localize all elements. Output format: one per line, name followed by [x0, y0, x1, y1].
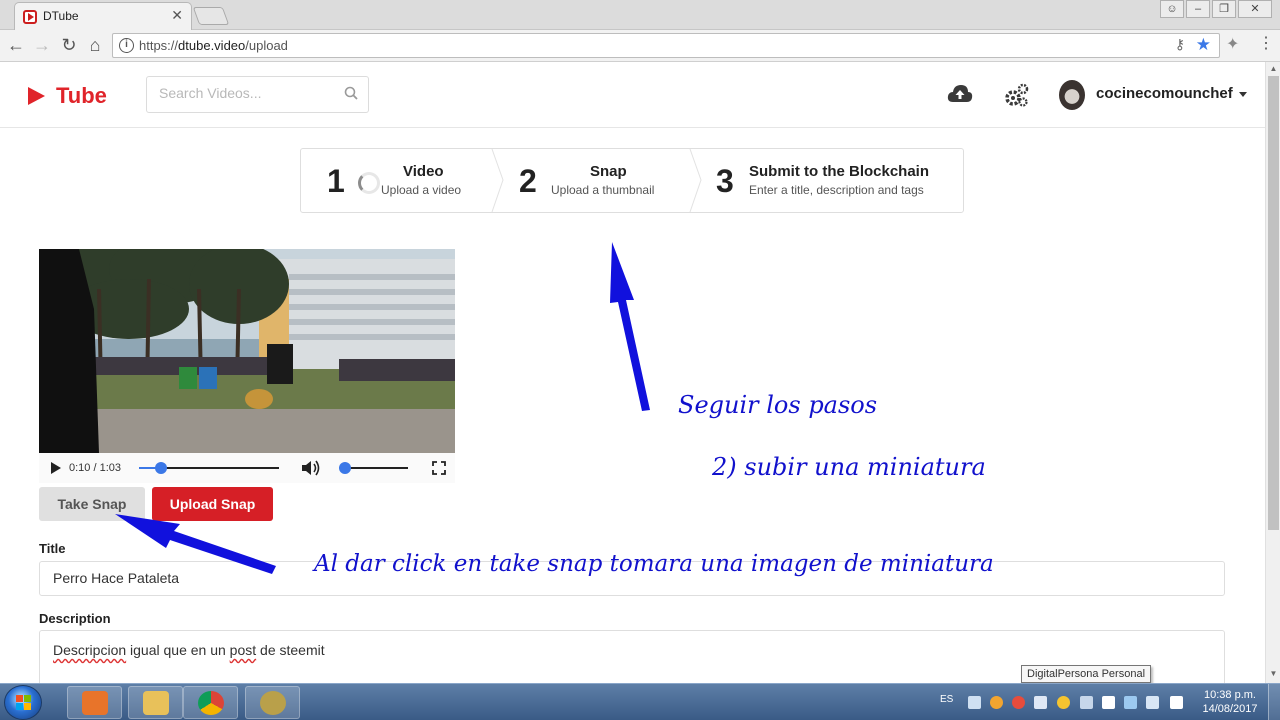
video-controls: 0:10 / 1:03	[39, 453, 455, 483]
address-bar[interactable]: i https://dtube.video/upload ⚷ ★	[112, 33, 1220, 58]
tray-app-icon[interactable]	[1080, 696, 1093, 709]
upload-steps: 1 Video Upload a video 2 Snap Upload a t…	[300, 148, 964, 213]
tray-app-icon[interactable]	[1034, 696, 1047, 709]
browser-titlebar: DTube ✕ ☺ – ❐ ✕	[0, 0, 1280, 30]
fullscreen-icon[interactable]	[432, 461, 446, 475]
seek-handle[interactable]	[155, 462, 168, 474]
page-viewport: Tube cocinecomounchef 1	[0, 62, 1265, 683]
forward-arrow-icon[interactable]: →	[31, 34, 53, 56]
app-icon	[260, 691, 286, 715]
close-window-button[interactable]: ✕	[1238, 0, 1272, 18]
loading-spinner-icon	[358, 172, 380, 194]
chrome-menu-icon[interactable]: ⋮	[1258, 33, 1274, 53]
volume-slider[interactable]	[343, 467, 408, 469]
annotation-step2: 2) subir una miniatura	[712, 453, 986, 481]
profile-icon[interactable]: ☺	[1160, 0, 1184, 18]
take-snap-button[interactable]: Take Snap	[39, 487, 145, 521]
step-subtitle: Upload a thumbnail	[551, 183, 655, 197]
home-icon[interactable]: ⌂	[84, 34, 106, 56]
step-subtitle: Upload a video	[381, 183, 462, 197]
windows-logo-icon	[16, 695, 31, 710]
volume-tray-icon[interactable]	[968, 696, 981, 709]
clock-date: 14/08/2017	[1202, 703, 1258, 715]
video-frame[interactable]	[39, 249, 455, 453]
step-number: 2	[519, 163, 537, 199]
clock-time: 10:38 p.m.	[1204, 689, 1256, 701]
search-input[interactable]	[159, 85, 339, 101]
network-icon[interactable]	[1124, 696, 1137, 709]
step-title: Snap	[590, 163, 627, 180]
new-tab-button[interactable]	[192, 7, 230, 25]
chrome-icon	[198, 691, 224, 715]
site-header: Tube cocinecomounchef	[0, 62, 1265, 128]
settings-gears-icon[interactable]	[1004, 82, 1030, 108]
step-number: 1	[327, 163, 345, 199]
tray-app-icon[interactable]	[990, 696, 1003, 709]
scroll-up-icon[interactable]: ▲	[1268, 64, 1279, 74]
reload-icon[interactable]: ↻	[58, 34, 80, 56]
show-desktop-button[interactable]	[1268, 684, 1280, 720]
taskbar-media-player[interactable]	[67, 686, 122, 719]
url-text: https://dtube.video/upload	[139, 38, 288, 53]
site-info-icon[interactable]: i	[119, 38, 134, 53]
extension-icon[interactable]: ✦	[1226, 34, 1239, 54]
scroll-down-icon[interactable]: ▼	[1268, 669, 1279, 679]
page-scrollbar[interactable]: ▲ ▼	[1265, 62, 1280, 683]
username[interactable]: cocinecomounchef	[1096, 85, 1233, 102]
screen: DTube ✕ ☺ – ❐ ✕ ← → ↻ ⌂ i https://dtube.…	[0, 0, 1280, 720]
chevron-down-icon[interactable]	[1239, 92, 1247, 97]
browser-toolbar: ← → ↻ ⌂ i https://dtube.video/upload ⚷ ★…	[0, 30, 1280, 62]
tray-app-icon[interactable]	[1057, 696, 1070, 709]
site-logo[interactable]: Tube	[56, 83, 107, 109]
tray-app-icon[interactable]	[1102, 696, 1115, 709]
close-tab-icon[interactable]: ✕	[171, 7, 183, 24]
video-time: 0:10 / 1:03	[69, 462, 121, 474]
tab-title: DTube	[43, 9, 79, 23]
back-arrow-icon[interactable]: ←	[5, 34, 27, 56]
scroll-thumb[interactable]	[1268, 76, 1279, 530]
minimize-button[interactable]: –	[1186, 0, 1210, 18]
search-box[interactable]	[146, 76, 369, 113]
taskbar-file-explorer[interactable]	[128, 686, 183, 719]
taskbar-clock[interactable]: 10:38 p.m. 14/08/2017	[1196, 688, 1264, 716]
upload-snap-button[interactable]: Upload Snap	[152, 487, 273, 521]
step-title: Video	[403, 163, 444, 180]
tray-app-icon[interactable]	[1012, 696, 1025, 709]
taskbar-chrome[interactable]	[183, 686, 238, 719]
user-avatar[interactable]	[1059, 80, 1085, 110]
step-submit: 3 Submit to the Blockchain Enter a title…	[699, 149, 963, 212]
volume-icon[interactable]	[301, 459, 321, 477]
description-label: Description	[39, 611, 111, 626]
annotation-take-snap: Al dar click en take snap tomara una ima…	[314, 551, 994, 577]
folder-icon	[143, 691, 169, 715]
start-button[interactable]	[4, 685, 42, 720]
browser-tab[interactable]: DTube ✕	[14, 2, 192, 30]
search-icon[interactable]	[344, 86, 358, 100]
seek-bar[interactable]	[139, 462, 279, 474]
title-label: Title	[39, 541, 66, 556]
step-video: 1 Video Upload a video	[301, 149, 493, 212]
media-player-icon	[82, 691, 108, 715]
taskbar-app[interactable]	[245, 686, 300, 719]
tray-tooltip: DigitalPersona Personal	[1021, 665, 1152, 683]
upload-cloud-icon[interactable]	[947, 82, 973, 106]
step-title: Submit to the Blockchain	[749, 163, 930, 180]
key-icon[interactable]: ⚷	[1175, 36, 1185, 53]
tray-app-icon[interactable]	[1146, 696, 1159, 709]
step-number: 3	[716, 163, 734, 199]
action-center-flag-icon[interactable]	[1170, 696, 1183, 709]
dtube-favicon-icon	[23, 10, 37, 24]
step-snap: 2 Snap Upload a thumbnail	[501, 149, 691, 212]
bookmark-star-icon[interactable]: ★	[1196, 35, 1211, 55]
annotation-follow-steps: Seguir los pasos	[678, 391, 878, 419]
language-indicator[interactable]: ES	[940, 694, 953, 705]
step-subtitle: Enter a title, description and tags	[749, 183, 924, 197]
windows-taskbar: ES 10:38 p.m. 14/08/2017	[0, 683, 1280, 720]
play-icon[interactable]	[51, 462, 61, 474]
volume-handle[interactable]	[339, 462, 351, 474]
restore-button[interactable]: ❐	[1212, 0, 1236, 18]
dtube-logo-icon[interactable]	[28, 87, 45, 105]
